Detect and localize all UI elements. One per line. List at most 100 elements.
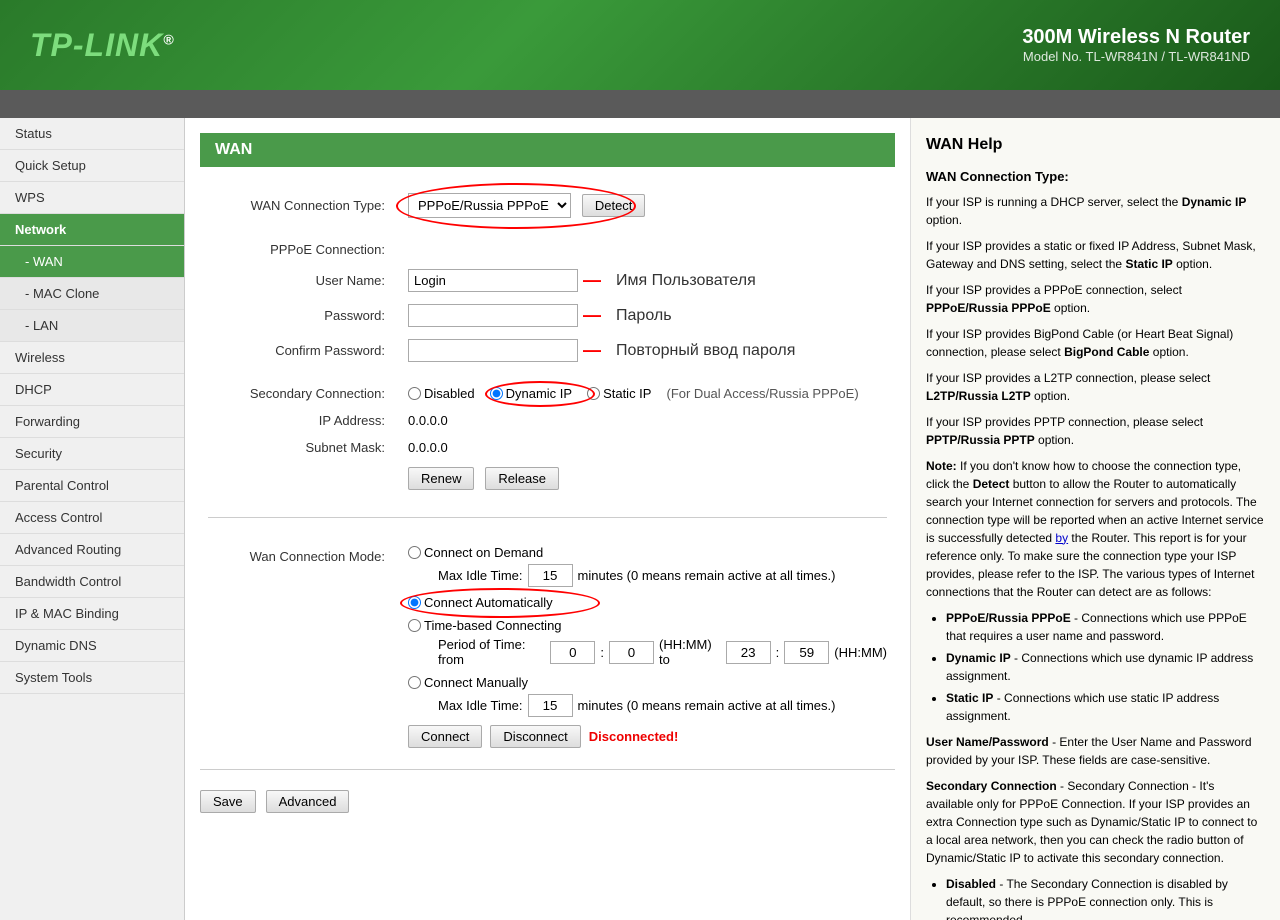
help-p2: If your ISP provides a static or fixed I… bbox=[926, 237, 1265, 273]
help-disabled-item: Disabled - The Secondary Connection is d… bbox=[946, 875, 1265, 920]
max-idle-input-1[interactable] bbox=[528, 564, 573, 587]
sidebar-item-quick-setup[interactable]: Quick Setup bbox=[0, 150, 184, 182]
wan-connection-type-select[interactable]: PPPoE/Russia PPPoE Dynamic IP Static IP … bbox=[408, 193, 571, 218]
confirm-password-input[interactable] bbox=[408, 339, 578, 362]
detect-button[interactable]: Detect bbox=[582, 194, 646, 217]
secondary-radio-group: Disabled Dynamic IP Static IP bbox=[408, 386, 887, 401]
wan-mode-row: Wan Connection Mode: Connect on Demand M… bbox=[200, 539, 895, 754]
time-based-radio[interactable] bbox=[408, 619, 421, 632]
help-username-password: User Name/Password - Enter the User Name… bbox=[926, 733, 1265, 769]
sidebar-item-dynamic-dns[interactable]: Dynamic DNS bbox=[0, 630, 184, 662]
help-note: Note: If you don't know how to choose th… bbox=[926, 457, 1265, 601]
connect-automatically-radio[interactable] bbox=[408, 596, 421, 609]
secondary-disabled-radio[interactable] bbox=[408, 387, 421, 400]
help-p6: If your ISP provides PPTP connection, pl… bbox=[926, 413, 1265, 449]
subnet-mask-label: Subnet Mask: bbox=[200, 434, 400, 461]
sidebar-item-lan[interactable]: - LAN bbox=[0, 310, 184, 342]
disconnect-button[interactable]: Disconnect bbox=[490, 725, 580, 748]
sidebar-item-status[interactable]: Status bbox=[0, 118, 184, 150]
release-button[interactable]: Release bbox=[485, 467, 559, 490]
help-wan-type-heading: WAN Connection Type: bbox=[926, 167, 1265, 187]
nav-bar bbox=[0, 90, 1280, 118]
password-dash: — bbox=[578, 305, 601, 326]
time-based-option[interactable]: Time-based Connecting bbox=[408, 618, 887, 633]
help-title: WAN Help bbox=[926, 133, 1265, 157]
sidebar-item-dhcp[interactable]: DHCP bbox=[0, 374, 184, 406]
content-area: WAN WAN Connection Type: PPPoE/Russia PP… bbox=[185, 118, 1280, 920]
max-idle-note-2: minutes (0 means remain active at all ti… bbox=[578, 698, 836, 713]
sidebar-item-system-tools[interactable]: System Tools bbox=[0, 662, 184, 694]
confirm-password-cell: — Повторный ввод пароля bbox=[408, 339, 887, 362]
sidebar-item-security[interactable]: Security bbox=[0, 438, 184, 470]
sidebar-item-access-control[interactable]: Access Control bbox=[0, 502, 184, 534]
time-to-m-input[interactable] bbox=[784, 641, 829, 664]
secondary-dynamic-ip-label: Dynamic IP bbox=[506, 386, 572, 401]
subnet-mask-row: Subnet Mask: 0.0.0.0 bbox=[200, 434, 895, 461]
secondary-disabled-label: Disabled bbox=[424, 386, 475, 401]
main-layout: Status Quick Setup WPS Network - WAN - M… bbox=[0, 118, 1280, 920]
sidebar-item-ip-mac-binding[interactable]: IP & MAC Binding bbox=[0, 598, 184, 630]
help-by-link[interactable]: by bbox=[1055, 531, 1068, 545]
password-input[interactable] bbox=[408, 304, 578, 327]
help-list-item-static: Static IP - Connections which use static… bbox=[946, 689, 1265, 725]
time-from-m-input[interactable] bbox=[609, 641, 654, 664]
connect-on-demand-label: Connect on Demand bbox=[424, 545, 543, 560]
sidebar-item-wps[interactable]: WPS bbox=[0, 182, 184, 214]
password-cell: — Пароль bbox=[408, 304, 887, 327]
username-input[interactable] bbox=[408, 269, 578, 292]
period-label: Period of Time: from bbox=[438, 637, 545, 667]
secondary-dynamic-ip-radio[interactable] bbox=[490, 387, 503, 400]
max-idle-time-1-row: Max Idle Time: minutes (0 means remain a… bbox=[408, 564, 887, 587]
bottom-buttons: Save Advanced bbox=[200, 790, 895, 813]
connect-manually-label: Connect Manually bbox=[424, 675, 528, 690]
help-panel: WAN Help WAN Connection Type: If your IS… bbox=[910, 118, 1280, 920]
secondary-disabled-option[interactable]: Disabled bbox=[408, 386, 475, 401]
help-list-item-pppoe: PPPoE/Russia PPPoE - Connections which u… bbox=[946, 609, 1265, 645]
hhmm-label: (HH:MM) to bbox=[659, 637, 721, 667]
renew-button[interactable]: Renew bbox=[408, 467, 474, 490]
connect-disconnect-row: Connect Disconnect Disconnected! bbox=[408, 725, 887, 748]
connect-button[interactable]: Connect bbox=[408, 725, 482, 748]
confirm-dash: — bbox=[578, 340, 601, 361]
ip-address-row: IP Address: 0.0.0.0 bbox=[200, 407, 895, 434]
time-from-h-input[interactable] bbox=[550, 641, 595, 664]
sidebar-item-parental-control[interactable]: Parental Control bbox=[0, 470, 184, 502]
sidebar: Status Quick Setup WPS Network - WAN - M… bbox=[0, 118, 185, 920]
subnet-mask-value: 0.0.0.0 bbox=[400, 434, 895, 461]
advanced-button[interactable]: Advanced bbox=[266, 790, 350, 813]
wan-type-label: WAN Connection Type: bbox=[200, 187, 400, 224]
connect-automatically-option[interactable]: Connect Automatically bbox=[408, 595, 553, 610]
secondary-static-ip-radio[interactable] bbox=[587, 387, 600, 400]
device-name: 300M Wireless N Router bbox=[1022, 26, 1250, 49]
connect-on-demand-option[interactable]: Connect on Demand bbox=[408, 545, 887, 560]
secondary-static-ip-label: Static IP bbox=[603, 386, 651, 401]
connect-manually-option[interactable]: Connect Manually bbox=[408, 675, 887, 690]
model-number: Model No. TL-WR841N / TL-WR841ND bbox=[1022, 49, 1250, 64]
wan-type-oval-wrapper: PPPoE/Russia PPPoE Dynamic IP Static IP … bbox=[408, 193, 645, 218]
username-row: User Name: — Имя Пользователя bbox=[200, 263, 895, 298]
secondary-static-ip-option[interactable]: Static IP bbox=[587, 386, 651, 401]
logo: TP-LINK® bbox=[30, 27, 175, 64]
connect-on-demand-row: Connect on Demand bbox=[408, 545, 887, 560]
sidebar-item-wan[interactable]: - WAN bbox=[0, 246, 184, 278]
confirm-password-row: Confirm Password: — Повторный ввод парол… bbox=[200, 333, 895, 368]
time-based-label: Time-based Connecting bbox=[424, 618, 562, 633]
connect-on-demand-radio[interactable] bbox=[408, 546, 421, 559]
max-idle-input-2[interactable] bbox=[528, 694, 573, 717]
sidebar-item-bandwidth-control[interactable]: Bandwidth Control bbox=[0, 566, 184, 598]
sidebar-item-wireless[interactable]: Wireless bbox=[0, 342, 184, 374]
wan-section-header: WAN bbox=[200, 133, 895, 167]
max-idle-label-2: Max Idle Time: bbox=[438, 698, 523, 713]
sidebar-item-network[interactable]: Network bbox=[0, 214, 184, 246]
connect-manually-radio[interactable] bbox=[408, 676, 421, 689]
russian-username-label: Имя Пользователя bbox=[616, 272, 756, 290]
username-cell: — Имя Пользователя bbox=[408, 269, 887, 292]
wan-type-row: WAN Connection Type: PPPoE/Russia PPPoE … bbox=[200, 187, 895, 224]
secondary-dynamic-ip-option[interactable]: Dynamic IP bbox=[490, 386, 572, 401]
max-idle-note-1: minutes (0 means remain active at all ti… bbox=[578, 568, 836, 583]
sidebar-item-forwarding[interactable]: Forwarding bbox=[0, 406, 184, 438]
save-button[interactable]: Save bbox=[200, 790, 256, 813]
sidebar-item-mac-clone[interactable]: - MAC Clone bbox=[0, 278, 184, 310]
time-to-h-input[interactable] bbox=[726, 641, 771, 664]
sidebar-item-advanced-routing[interactable]: Advanced Routing bbox=[0, 534, 184, 566]
